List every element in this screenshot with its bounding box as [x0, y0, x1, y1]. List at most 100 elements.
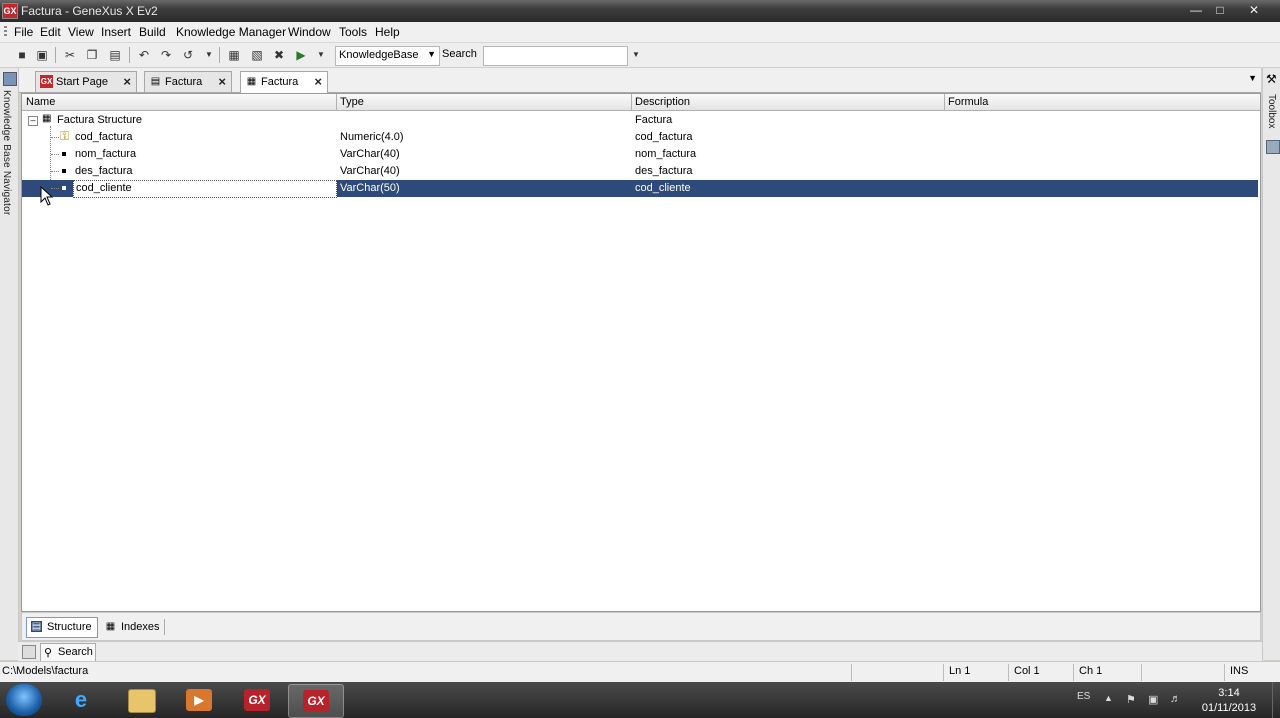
structure-grid[interactable]: Name Type Description Formula – ▦ Factur… — [21, 93, 1261, 612]
menu-knowledge-manager[interactable]: Knowledge Manager — [174, 25, 288, 39]
search-panel-button[interactable]: ⚲ Search — [40, 643, 96, 662]
save-icon[interactable]: ■ — [14, 47, 30, 63]
table-row[interactable]: des_factura VarChar(40) des_factura — [22, 163, 1258, 180]
indexes-icon: ▦ — [105, 621, 116, 632]
tab-structure[interactable]: ▤ Structure — [26, 617, 98, 638]
grid-header: Name Type Description Formula — [22, 94, 1260, 111]
toolbox-panel[interactable]: ⚒ Toolbox — [1262, 68, 1280, 660]
volume-icon[interactable]: ♬ — [1170, 693, 1181, 705]
copy-icon[interactable]: ❐ — [84, 47, 100, 63]
menu-window[interactable]: Window — [286, 25, 333, 39]
taskbar-genexus-ev2[interactable]: GX — [230, 684, 284, 716]
menu-edit[interactable]: Edit — [38, 25, 63, 39]
cancel-build-icon[interactable]: ✖ — [271, 47, 287, 63]
toolbar: ■ ▣ ✂ ❐ ▤ ↶ ↷ ↺ ▼ ▦ ▧ ✖ ▶ ▼ KnowledgeBas… — [0, 43, 1280, 68]
column-header-formula[interactable]: Formula — [948, 96, 988, 108]
system-clock[interactable]: 3:14 01/11/2013 — [1190, 686, 1268, 716]
status-column: Col 1 — [1014, 665, 1040, 677]
toolbar-overflow-icon[interactable]: ▼ — [628, 47, 644, 63]
tray-expand-icon[interactable]: ▲ — [1104, 693, 1113, 703]
tab-factura-table[interactable]: ▦ Factura × — [240, 71, 328, 93]
menu-file[interactable]: File — [12, 25, 35, 39]
tab-start-page[interactable]: GX Start Page × — [35, 71, 137, 92]
build-all-icon[interactable]: ▧ — [249, 47, 265, 63]
close-tab-icon[interactable]: × — [123, 74, 131, 89]
network-icon[interactable]: ▣ — [1148, 693, 1158, 706]
show-desktop-button[interactable] — [1272, 682, 1280, 718]
document-tab-bar: GX Start Page × ▤ Factura × ▦ Factura × … — [19, 68, 1261, 93]
column-header-name[interactable]: Name — [26, 96, 55, 108]
history-icon[interactable]: ↺ — [180, 47, 196, 63]
tab-label: Structure — [47, 621, 92, 633]
tab-list-dropdown-icon[interactable]: ▼ — [1248, 73, 1257, 83]
maximize-button[interactable]: □ — [1209, 2, 1231, 18]
close-tab-icon[interactable]: × — [218, 74, 226, 89]
redo-icon[interactable]: ↷ — [158, 47, 174, 63]
language-indicator[interactable]: ES — [1077, 691, 1090, 702]
toolbar-overflow-icon[interactable]: ▼ — [313, 47, 329, 63]
kb-navigator-icon — [3, 72, 17, 86]
column-divider[interactable] — [336, 94, 337, 110]
collapse-icon[interactable]: – — [28, 116, 38, 126]
taskbar-media-player[interactable]: ▶ — [172, 684, 226, 716]
cell-name: nom_factura — [75, 148, 137, 160]
toolbox-label[interactable]: Toolbox — [1266, 94, 1277, 128]
run-icon[interactable]: ▶ — [293, 47, 309, 63]
tree-branch — [51, 154, 59, 155]
table-row-selected[interactable]: cod_cliente VarChar(50) cod_cliente — [22, 180, 1258, 198]
taskbar-genexus-active[interactable]: GX — [288, 684, 344, 718]
column-header-description[interactable]: Description — [635, 96, 690, 108]
output-icon[interactable] — [22, 645, 36, 659]
cut-icon[interactable]: ✂ — [62, 47, 78, 63]
menu-build[interactable]: Build — [137, 25, 168, 39]
tab-indexes[interactable]: ▦ Indexes — [100, 617, 164, 638]
close-tab-icon[interactable]: × — [314, 74, 322, 89]
build-icon[interactable]: ▦ — [226, 47, 242, 63]
status-char: Ch 1 — [1079, 665, 1103, 677]
column-header-type[interactable]: Type — [340, 96, 364, 108]
chevron-down-icon: ▼ — [427, 49, 436, 59]
action-center-icon[interactable]: ⚑ — [1126, 693, 1136, 706]
minimize-button[interactable]: — — [1185, 2, 1207, 18]
status-divider — [1141, 664, 1142, 681]
close-window-button[interactable]: ✕ — [1243, 2, 1265, 18]
knowledgebase-combo-value: KnowledgeBase — [339, 49, 419, 61]
clock-time: 3:14 — [1218, 687, 1240, 699]
genexus-icon: GX — [303, 690, 329, 712]
toolbar-overflow-icon[interactable]: ▼ — [201, 47, 217, 63]
save-all-icon[interactable]: ▣ — [34, 47, 50, 63]
menu-tools[interactable]: Tools — [337, 25, 369, 39]
start-button[interactable] — [6, 684, 42, 716]
menu-help[interactable]: Help — [373, 25, 402, 39]
table-row[interactable]: ⚿ cod_factura Numeric(4.0) cod_factura — [22, 129, 1258, 146]
properties-icon[interactable] — [1266, 140, 1280, 154]
taskbar-file-explorer[interactable] — [114, 684, 168, 716]
kb-navigator-panel[interactable]: Knowledge Base Navigator — [0, 68, 19, 660]
tab-label: Indexes — [121, 621, 160, 633]
toolbar-separator — [55, 47, 56, 63]
kb-navigator-label[interactable]: Knowledge Base Navigator — [1, 90, 12, 215]
menu-insert[interactable]: Insert — [99, 25, 133, 39]
gx-start-icon: GX — [40, 75, 53, 88]
cell-description: cod_cliente — [635, 182, 691, 194]
taskbar-internet-explorer[interactable]: e — [54, 684, 108, 716]
search-input[interactable] — [483, 46, 628, 66]
toolbar-separator — [129, 47, 130, 63]
undo-icon[interactable]: ↶ — [136, 47, 152, 63]
status-divider — [943, 664, 944, 681]
knowledgebase-combo[interactable]: KnowledgeBase ▼ — [335, 46, 440, 66]
column-divider[interactable] — [944, 94, 945, 110]
menu-bar: File Edit View Insert Build Knowledge Ma… — [0, 22, 1280, 43]
name-edit-cell[interactable]: cod_cliente — [73, 180, 337, 198]
tab-factura-transaction[interactable]: ▤ Factura × — [144, 71, 232, 92]
table-row-root[interactable]: – ▦ Factura Structure Factura — [22, 112, 1258, 129]
menu-view[interactable]: View — [66, 25, 96, 39]
search-panel-label: Search — [58, 646, 93, 658]
toolbox-icon: ⚒ — [1266, 72, 1277, 86]
table-row[interactable]: nom_factura VarChar(40) nom_factura — [22, 146, 1258, 163]
toolbar-separator — [219, 47, 220, 63]
paste-icon[interactable]: ▤ — [107, 47, 123, 63]
media-player-icon: ▶ — [186, 689, 212, 711]
cell-type: VarChar(50) — [340, 182, 400, 194]
column-divider[interactable] — [631, 94, 632, 110]
